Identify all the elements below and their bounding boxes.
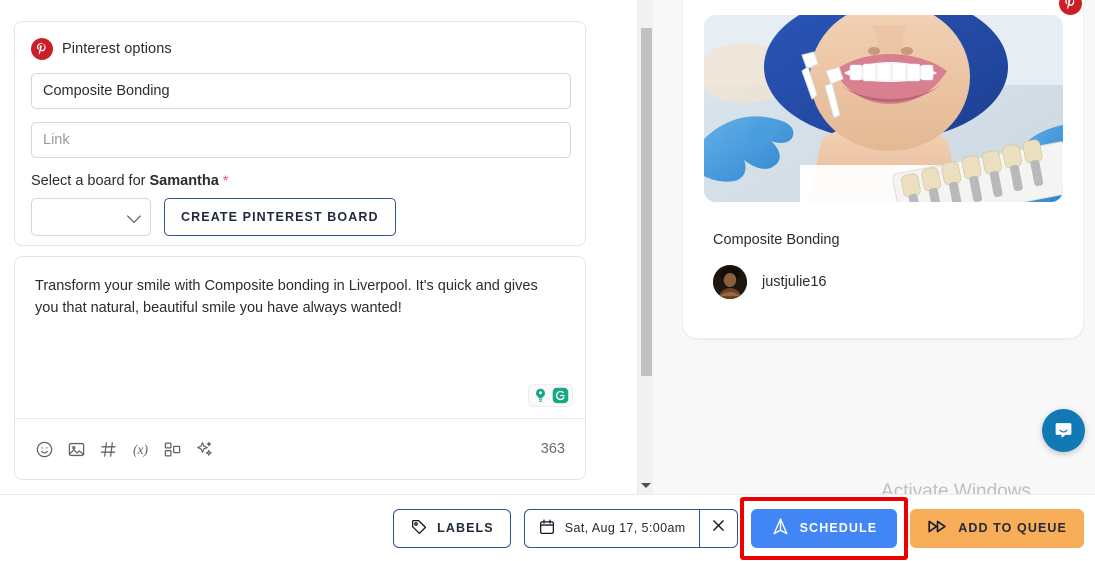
labels-button[interactable]: LABELS [393,508,511,548]
fast-forward-icon [927,516,948,540]
preview-image [704,15,1063,202]
board-label-account: Samantha [149,173,219,189]
grammarly-icon[interactable] [552,387,569,404]
composer-left-pane: Pinterest options Select a board for Sam… [0,0,637,494]
board-select-label: Select a board for Samantha * [31,172,569,189]
pinterest-preview-card: Composite Bonding justjulie16 [683,0,1083,338]
post-editor-card: Transform your smile with Composite bond… [14,256,586,480]
ai-sparkle-icon[interactable] [195,440,214,459]
preview-pane: Composite Bonding justjulie16 [653,0,1095,494]
schedule-button-wrap: SCHEDULE [739,496,909,560]
calendar-icon [538,518,556,539]
required-marker: * [222,172,229,188]
post-text[interactable]: Transform your smile with Composite bond… [35,275,560,319]
preview-network-badge [1057,0,1084,17]
schedule-button-label: SCHEDULE [799,521,878,535]
preview-user-row: justjulie16 [713,265,827,299]
schedule-date-label: Sat, Aug 17, 5:00am [564,521,686,535]
board-select-dropdown[interactable] [31,198,151,236]
intercom-launcher-button[interactable] [1042,409,1085,452]
character-counter: 363 [540,441,565,457]
close-icon [710,517,727,539]
pinterest-icon [31,38,53,60]
send-icon [771,517,790,539]
board-label-prefix: Select a board for [31,173,150,189]
lightbulb-icon[interactable] [532,387,549,404]
composer-scrollbar[interactable] [637,0,653,494]
avatar [713,265,747,299]
add-to-queue-button[interactable]: ADD TO QUEUE [910,508,1084,548]
post-textarea-wrap[interactable]: Transform your smile with Composite bond… [15,257,585,417]
editor-toolbar: (x) 363 [15,418,585,479]
pinterest-options-card: Pinterest options Select a board for Sam… [14,21,586,246]
clear-date-button[interactable] [698,509,737,547]
schedule-date-button[interactable]: Sat, Aug 17, 5:00am [525,510,699,547]
schedule-button[interactable]: SCHEDULE [750,508,898,548]
preview-title: Composite Bonding [713,232,840,248]
labels-button-label: LABELS [437,521,494,535]
create-pinterest-board-button[interactable]: CREATE PINTEREST BOARD [164,198,396,236]
scrollbar-thumb[interactable] [641,28,652,376]
image-icon[interactable] [67,440,86,459]
grammarly-widget[interactable] [528,384,573,407]
chevron-down-icon [126,208,142,224]
emoji-icon[interactable] [35,440,54,459]
preview-username: justjulie16 [762,274,827,290]
svg-text:(x): (x) [133,441,148,456]
editor-tool-icons: (x) [35,440,214,459]
tag-icon [410,518,428,539]
caret-down-icon[interactable] [638,476,654,494]
template-icon[interactable] [163,440,182,459]
composer-screen: Pinterest options Select a board for Sam… [0,0,1095,561]
action-bar: LABELS Sat, Aug 17, 5:00am SCHEDULE ADD … [0,494,1095,561]
hashtag-icon[interactable] [99,440,118,459]
pin-link-input[interactable] [31,122,571,158]
board-select-row: CREATE PINTEREST BOARD [31,198,569,236]
pin-title-input[interactable] [31,73,571,109]
add-to-queue-label: ADD TO QUEUE [958,521,1067,535]
pinterest-icon [1059,0,1082,15]
pinterest-options-header: Pinterest options [15,22,585,60]
schedule-date-group: Sat, Aug 17, 5:00am [523,508,738,548]
pinterest-options-title: Pinterest options [62,41,172,57]
variable-icon[interactable]: (x) [131,440,150,459]
chat-bubble-icon [1055,423,1072,438]
